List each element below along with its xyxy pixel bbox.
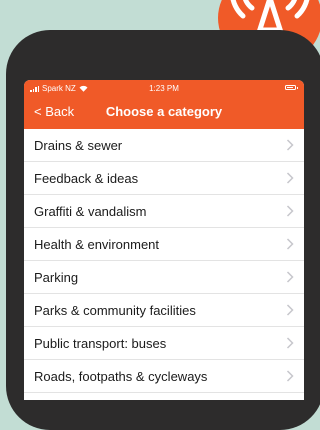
category-label: Public transport: buses xyxy=(34,336,167,351)
status-time: 1:23 PM xyxy=(149,84,179,93)
category-list: Drains & sewer Feedback & ideas Graffiti… xyxy=(24,129,304,393)
battery-icon xyxy=(285,85,298,90)
category-label: Drains & sewer xyxy=(34,138,123,153)
category-row-feedback-ideas[interactable]: Feedback & ideas xyxy=(24,162,304,195)
chevron-right-icon xyxy=(286,370,294,382)
category-row-parks-community[interactable]: Parks & community facilities xyxy=(24,294,304,327)
navigation-bar: < Back Choose a category xyxy=(24,97,304,129)
chevron-right-icon xyxy=(286,304,294,316)
status-bar: Spark NZ 1:23 PM xyxy=(24,80,304,97)
chevron-right-icon xyxy=(286,205,294,217)
chevron-right-icon xyxy=(286,337,294,349)
category-row-drains-sewer[interactable]: Drains & sewer xyxy=(24,129,304,162)
chevron-right-icon xyxy=(286,139,294,151)
category-row-health-environment[interactable]: Health & environment xyxy=(24,228,304,261)
chevron-right-icon xyxy=(286,172,294,184)
chevron-right-icon xyxy=(286,271,294,283)
category-label: Parks & community facilities xyxy=(34,303,196,318)
category-label: Parking xyxy=(34,270,79,285)
category-row-public-transport[interactable]: Public transport: buses xyxy=(24,327,304,360)
category-label: Health & environment xyxy=(34,237,160,252)
category-row-parking[interactable]: Parking xyxy=(24,261,304,294)
category-label: Roads, footpaths & cycleways xyxy=(34,369,208,384)
category-row-roads-footpaths[interactable]: Roads, footpaths & cycleways xyxy=(24,360,304,393)
phone-screen: Spark NZ 1:23 PM < Back Choose a categor… xyxy=(24,80,304,400)
category-label: Graffiti & vandalism xyxy=(34,204,147,219)
chevron-right-icon xyxy=(286,238,294,250)
back-button[interactable]: < Back xyxy=(34,104,74,119)
category-label: Feedback & ideas xyxy=(34,171,139,186)
category-row-graffiti-vandalism[interactable]: Graffiti & vandalism xyxy=(24,195,304,228)
